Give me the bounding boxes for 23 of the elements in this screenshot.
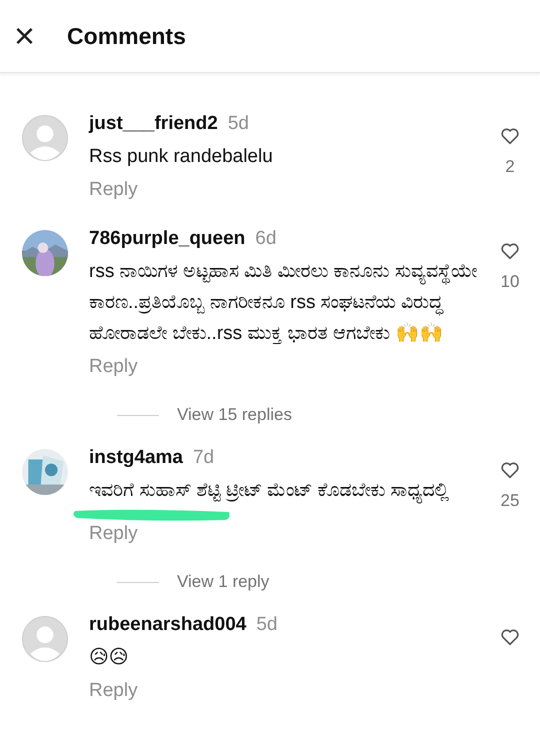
like-count: 2 xyxy=(505,157,515,177)
username[interactable]: 786purple_queen xyxy=(89,228,246,250)
username[interactable]: instg4ama xyxy=(89,447,183,469)
reply-link[interactable]: Reply xyxy=(89,174,138,206)
reply-link[interactable]: Reply xyxy=(89,518,138,550)
close-icon[interactable]: × xyxy=(14,18,36,54)
like-count: 10 xyxy=(500,272,520,292)
comment-time: 7d xyxy=(192,447,214,469)
comment-text: Rss punk randebalelu xyxy=(89,145,274,169)
like-count: 25 xyxy=(500,491,520,511)
reply-link[interactable]: Reply xyxy=(89,675,138,707)
view-replies-link[interactable]: View 15 replies xyxy=(177,405,292,425)
username[interactable]: rubeenarshad004 xyxy=(89,614,246,636)
view-replies-link[interactable]: View 1 reply xyxy=(177,572,270,592)
comment-time: 6d xyxy=(255,228,276,250)
comment-text: rss ನಾಯಿಗಳ ಅಟ್ಟಹಾಸ ಮಿತಿ ಮೀರಲು ಕಾನೂನು ಸುವ್ಯವಸ್ಥೆಯೇ ಕಾರಣ..ಪ್ರತಿಯೊಬ್ಬ ನಾಗರೀಕನೂ rss ಸಂಘಟನೆಯ ವಿರುದ್ಧ ಹೋರಾಡಲೇ ಬೇಕು..rss ಮುಕ್ತ ಭಾರತ ಆಗಬೇಕು 🙌🙌 xyxy=(89,260,478,346)
reply-link[interactable]: Reply xyxy=(89,351,138,383)
comment-time: 5d xyxy=(256,614,278,636)
comment-time: 5d xyxy=(228,113,249,135)
header-title: Comments xyxy=(67,22,186,50)
comment-text: 😥😥 xyxy=(89,646,130,670)
comment-text: ಇವರಿಗೆ ಸುಹಾಸ್ ಶೆಟ್ಟಿ ಟ್ರೀಟ್ ಮೆಂಟ್ ಕೊಡಬೇಕು ಸಾಧ್ಯದಲ್ಲಿ xyxy=(89,475,496,506)
username[interactable]: just___friend2 xyxy=(89,113,218,135)
